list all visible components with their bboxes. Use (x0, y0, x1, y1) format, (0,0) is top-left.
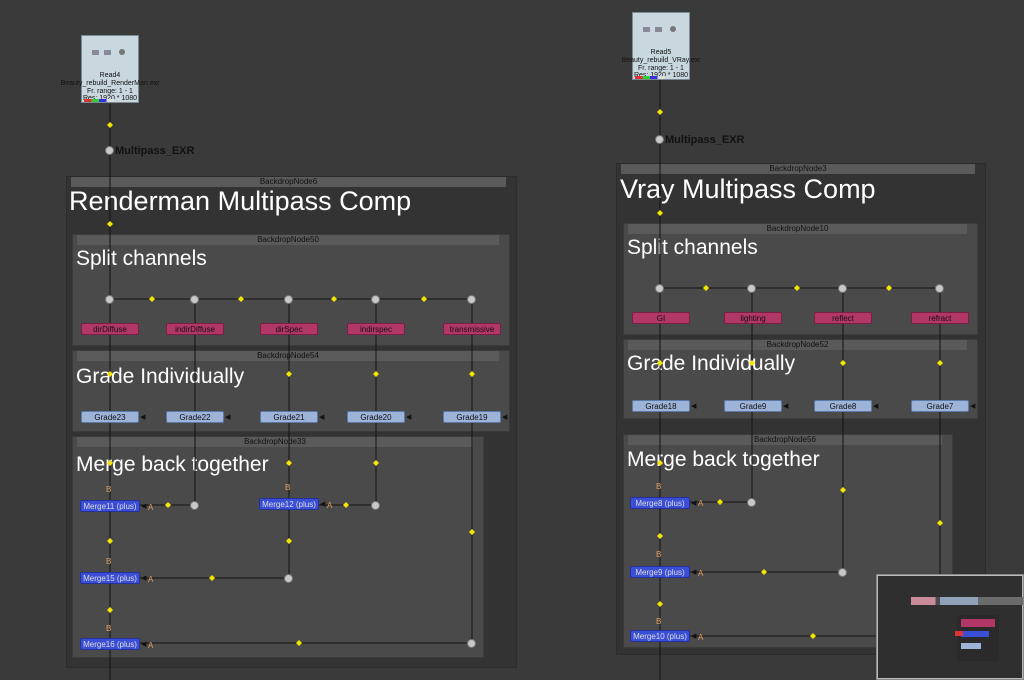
merge-input-a-label: A (698, 499, 704, 508)
dot-node[interactable] (190, 295, 199, 304)
shuffle-node[interactable]: transmissive (443, 323, 501, 335)
read-node-file: Beauty_rebuild_VRay.exr (621, 57, 701, 64)
mask-input-arrow-icon: ◀ (691, 569, 697, 576)
mask-input-arrow-icon: ◀ (141, 575, 147, 582)
merge-input-a-label: A (327, 501, 333, 510)
grade-node[interactable]: Grade19 (443, 411, 501, 423)
dot-node[interactable] (467, 295, 476, 304)
read-node-name: Read4 (99, 72, 121, 79)
node-graph-minimap[interactable] (876, 574, 1024, 680)
shuffle-node[interactable]: indirDiffuse (166, 323, 224, 335)
shuffle-node[interactable]: reflect (814, 312, 872, 324)
render-thumbnail-icon (643, 26, 676, 32)
merge-input-b-label: B (106, 485, 112, 494)
mask-input-arrow-icon: ◀ (873, 403, 879, 410)
wire-handle-group (107, 109, 943, 646)
merge-input-a-label: A (698, 569, 704, 578)
mask-input-arrow-icon: ◀ (970, 403, 976, 410)
dot-node[interactable] (284, 574, 293, 583)
dot-node[interactable] (371, 501, 380, 510)
mask-input-arrow-icon: ◀ (502, 414, 508, 421)
merge-node[interactable]: Merge15 (plus) (80, 572, 140, 584)
grade-node[interactable]: Grade18 (632, 400, 690, 412)
dot-node[interactable] (284, 295, 293, 304)
read-node-thumbnail-right[interactable]: Read5 Beauty_rebuild_VRay.exr Fr. range:… (622, 12, 700, 80)
render-thumbnail-icon (92, 49, 125, 55)
mask-input-arrow-icon: ◀ (140, 414, 146, 421)
merge-node[interactable]: Merge10 (plus) (630, 630, 690, 642)
mask-input-arrow-icon: ◀ (141, 641, 147, 648)
merge-input-b-label: B (106, 624, 112, 633)
grade-node[interactable]: Grade22 (166, 411, 224, 423)
grade-node[interactable]: Grade8 (814, 400, 872, 412)
merge-node[interactable]: Merge12 (plus) (259, 498, 319, 510)
dot-node[interactable] (747, 498, 756, 507)
grade-node[interactable]: Grade7 (911, 400, 969, 412)
grade-node[interactable]: Grade23 (81, 411, 139, 423)
dot-node[interactable] (838, 284, 847, 293)
dot-node[interactable] (105, 295, 114, 304)
shuffle-node[interactable]: dirDiffuse (81, 323, 139, 335)
shuffle-node[interactable]: dirSpec (260, 323, 318, 335)
dot-node[interactable] (655, 284, 664, 293)
minimap-node-cluster (957, 615, 999, 661)
read-node-thumbnail-left[interactable]: Read4 Beauty_rebuild_RenderMan.exr Fr. r… (61, 35, 159, 103)
merge-input-a-label: A (148, 575, 154, 584)
merge-node[interactable]: Merge16 (plus) (80, 638, 140, 650)
read-node-name: Read5 (650, 49, 672, 56)
merge-input-b-label: B (656, 482, 662, 491)
dot-node[interactable] (190, 501, 199, 510)
shuffle-node[interactable]: indirspec (347, 323, 405, 335)
merge-node[interactable]: Merge9 (plus) (630, 566, 690, 578)
read-node-file: Beauty_rebuild_RenderMan.exr (60, 80, 160, 87)
merge-node[interactable]: Merge8 (plus) (630, 497, 690, 509)
merge-input-b-label: B (656, 550, 662, 559)
grade-node[interactable]: Grade20 (347, 411, 405, 423)
dot-node[interactable] (467, 639, 476, 648)
mask-input-arrow-icon: ◀ (691, 403, 697, 410)
shuffle-node[interactable]: GI (632, 312, 690, 324)
merge-input-a-label: A (148, 503, 154, 512)
dot-node-label: Multipass_EXR (115, 145, 195, 157)
dot-node[interactable] (935, 284, 944, 293)
grade-node[interactable]: Grade9 (724, 400, 782, 412)
minimap-viewport-frame (877, 575, 1023, 679)
merge-input-b-label: B (656, 617, 662, 626)
dot-node[interactable] (371, 295, 380, 304)
shuffle-node[interactable]: lighting (724, 312, 782, 324)
merge-input-b-label: B (285, 483, 291, 492)
grade-node[interactable]: Grade21 (260, 411, 318, 423)
mask-input-arrow-icon: ◀ (691, 633, 697, 640)
mask-input-arrow-icon: ◀ (319, 414, 325, 421)
merge-input-a-label: A (148, 641, 154, 650)
merge-input-b-label: B (106, 557, 112, 566)
mask-input-arrow-icon: ◀ (141, 503, 147, 510)
minimap-small-red-node (955, 631, 963, 636)
merge-node[interactable]: Merge11 (plus) (80, 500, 140, 512)
merge-input-a-label: A (698, 633, 704, 642)
minimap-node-strip (911, 597, 1023, 605)
mask-input-arrow-icon: ◀ (320, 501, 326, 508)
mask-input-arrow-icon: ◀ (691, 500, 697, 507)
channel-color-strip (84, 99, 114, 102)
dot-node[interactable] (838, 568, 847, 577)
channel-color-strip (635, 76, 665, 79)
mask-input-arrow-icon: ◀ (406, 414, 412, 421)
shuffle-node[interactable]: refract (911, 312, 969, 324)
dot-node[interactable] (747, 284, 756, 293)
mask-input-arrow-icon: ◀ (225, 414, 231, 421)
dot-node-multipass-right[interactable] (655, 135, 664, 144)
dot-node-multipass-left[interactable] (105, 146, 114, 155)
node-connection-wires (107, 80, 943, 680)
dot-node-label: Multipass_EXR (665, 134, 745, 146)
mask-input-arrow-icon: ◀ (783, 403, 789, 410)
